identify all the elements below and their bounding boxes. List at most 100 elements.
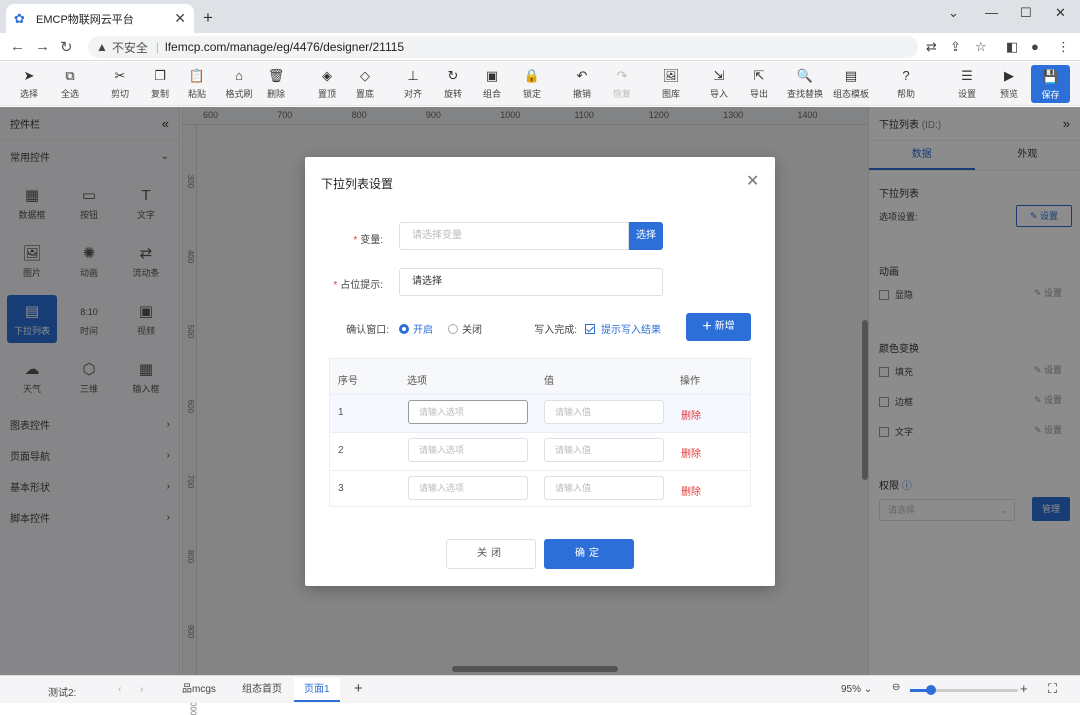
toolbar-label: 剪切 bbox=[101, 87, 139, 100]
toolbar-select-button[interactable]: ➤选择 bbox=[10, 67, 48, 100]
option-input[interactable]: 请输入选项 bbox=[408, 400, 528, 424]
prev-page-icon[interactable]: ‹ bbox=[118, 684, 121, 695]
page-tab-mcgs[interactable]: 品mcgs bbox=[172, 678, 226, 702]
zoom-slider-handle[interactable] bbox=[926, 685, 936, 695]
toolbar-format-brush-button[interactable]: ⌂格式刷 bbox=[220, 67, 258, 100]
status-bar: 测试2: ‹ › 品mcgs 组态首页 页面1 + 95% ⌄ ⊖ + ⛶ bbox=[0, 675, 1080, 703]
toolbar-align-button[interactable]: ⊥对齐 bbox=[394, 67, 432, 100]
toolbar-group-button[interactable]: ▣组合 bbox=[473, 67, 511, 100]
gallery-icon: 🖼 bbox=[652, 67, 690, 85]
menu-icon[interactable]: ⋮ bbox=[1057, 39, 1070, 55]
zoom-level[interactable]: 95% ⌄ bbox=[841, 684, 872, 695]
toolbar-select-all-button[interactable]: ⧉全选 bbox=[51, 67, 89, 100]
toolbar-gallery-button[interactable]: 🖼 图库 bbox=[652, 67, 690, 100]
delete-row-link[interactable]: 删除 bbox=[681, 445, 701, 460]
toolbar-bring-top-button[interactable]: ◈置顶 bbox=[308, 67, 346, 100]
toolbar-copy-button[interactable]: ❐复制 bbox=[141, 67, 179, 100]
placeholder-label: *占位提示: bbox=[325, 276, 383, 291]
url-field[interactable]: ▲ 不安全 | lfemcp.com/manage/eg/4476/design… bbox=[88, 36, 918, 58]
value-input[interactable]: 请输入值 bbox=[544, 476, 664, 500]
browser-tab[interactable]: ✿ EMCP物联网云平台 ✕ bbox=[6, 4, 194, 33]
share-icon[interactable]: ⇪ bbox=[950, 39, 961, 55]
toolbar-undo-button[interactable]: ↶撤销 bbox=[563, 67, 601, 100]
close-tab-icon[interactable]: ✕ bbox=[174, 10, 186, 27]
forward-icon[interactable]: → bbox=[35, 38, 50, 55]
fit-screen-icon[interactable]: ⛶ bbox=[1048, 681, 1057, 697]
toolbar-label: 锁定 bbox=[513, 87, 551, 100]
redo-icon: ↷ bbox=[603, 67, 641, 85]
toolbar-template-button[interactable]: ▤组态模板 bbox=[832, 67, 870, 100]
test-label: 测试2: bbox=[48, 684, 76, 699]
zoom-slider[interactable] bbox=[910, 689, 1018, 692]
confirm-on-radio[interactable]: 开启 bbox=[399, 321, 433, 336]
toolbar-delete-button[interactable]: 🗑 删除 bbox=[257, 67, 295, 100]
toolbar-rotate-button[interactable]: ↻旋转 bbox=[434, 67, 472, 100]
page-tab-home[interactable]: 组态首页 bbox=[232, 678, 292, 702]
confirm-button[interactable]: 确定 bbox=[544, 539, 634, 569]
toolbar-label: 组态模板 bbox=[832, 87, 870, 100]
bookmark-star-icon[interactable]: ☆ bbox=[975, 39, 987, 55]
toolbar-label: 格式刷 bbox=[220, 87, 258, 100]
delete-row-link[interactable]: 删除 bbox=[681, 483, 701, 498]
help-icon: ? bbox=[887, 67, 925, 85]
add-option-button[interactable]: +新增 bbox=[686, 313, 751, 341]
toolbar-label: 图库 bbox=[652, 87, 690, 100]
translate-icon[interactable]: ⇄ bbox=[926, 39, 937, 55]
header-value: 值 bbox=[544, 372, 554, 387]
reload-icon[interactable]: ↻ bbox=[60, 38, 73, 56]
toolbar-paste-button[interactable]: 📋 粘贴 bbox=[178, 67, 216, 100]
toolbar-export-button[interactable]: ⇱导出 bbox=[740, 67, 778, 100]
toolbar-preview-button[interactable]: ▶预览 bbox=[990, 67, 1028, 100]
zoom-out-icon[interactable]: ⊖ bbox=[892, 682, 900, 693]
close-button[interactable]: 关闭 bbox=[446, 539, 536, 569]
table-row: 3 请输入选项 请输入值 删除 bbox=[330, 471, 750, 509]
confirm-window-label: 确认窗口: bbox=[335, 321, 389, 336]
sidebar-icon[interactable]: ◧ bbox=[1006, 39, 1018, 55]
toolbar-find-replace-button[interactable]: 🔍查找替换 bbox=[786, 67, 824, 100]
delete-icon: 🗑 bbox=[257, 67, 295, 85]
toolbar-label: 置底 bbox=[346, 87, 384, 100]
toolbar-import-button[interactable]: ⇲导入 bbox=[700, 67, 738, 100]
save-button[interactable]: 💾 保存 bbox=[1031, 65, 1070, 103]
variable-input[interactable]: 请选择变量 bbox=[399, 222, 629, 250]
maximize-icon[interactable]: ☐ bbox=[1020, 5, 1032, 21]
tab-search-icon[interactable]: ⌄ bbox=[948, 5, 959, 21]
minimize-icon[interactable]: — bbox=[985, 5, 998, 20]
option-input[interactable]: 请输入选项 bbox=[408, 438, 528, 462]
back-icon[interactable]: ← bbox=[10, 38, 25, 55]
option-input[interactable]: 请输入选项 bbox=[408, 476, 528, 500]
next-page-icon[interactable]: › bbox=[140, 684, 143, 695]
toolbar-label: 粘贴 bbox=[178, 87, 216, 100]
add-page-icon[interactable]: + bbox=[354, 680, 363, 697]
delete-row-link[interactable]: 删除 bbox=[681, 407, 701, 422]
close-dialog-icon[interactable]: ✕ bbox=[746, 171, 759, 191]
toolbar-settings-button[interactable]: ☰设置 bbox=[948, 67, 986, 100]
bring-top-icon: ◈ bbox=[308, 67, 346, 85]
zoom-in-icon[interactable]: + bbox=[1020, 681, 1028, 696]
toolbar-label: 撤销 bbox=[563, 87, 601, 100]
toolbar-redo-button[interactable]: ↷恢复 bbox=[603, 67, 641, 100]
select-all-icon: ⧉ bbox=[51, 67, 89, 85]
toolbar-label: 选择 bbox=[10, 87, 48, 100]
table-row: 2 请输入选项 请输入值 删除 bbox=[330, 433, 750, 471]
profile-avatar-icon[interactable]: ● bbox=[1031, 39, 1039, 54]
variable-select-button[interactable]: 选择 bbox=[629, 222, 663, 250]
table-header: 序号 选项 值 操作 bbox=[330, 359, 750, 395]
value-input[interactable]: 请输入值 bbox=[544, 438, 664, 462]
new-tab-icon[interactable]: + bbox=[203, 8, 213, 28]
toolbar-label: 删除 bbox=[257, 87, 295, 100]
placeholder-input[interactable]: 请选择 bbox=[399, 268, 663, 296]
import-icon: ⇲ bbox=[700, 67, 738, 85]
toolbar-help-button[interactable]: ?帮助 bbox=[887, 67, 925, 100]
browser-tab-bar: ✿ EMCP物联网云平台 ✕ + ⌄ — ☐ ✕ bbox=[0, 0, 1080, 33]
paste-icon: 📋 bbox=[178, 67, 216, 85]
close-window-icon[interactable]: ✕ bbox=[1055, 5, 1066, 21]
value-input[interactable]: 请输入值 bbox=[544, 400, 664, 424]
toolbar-cut-button[interactable]: ✂剪切 bbox=[101, 67, 139, 100]
write-result-checkbox[interactable]: 提示写入结果 bbox=[585, 321, 661, 336]
page-tab-1[interactable]: 页面1 bbox=[294, 678, 340, 702]
confirm-off-radio[interactable]: 关闭 bbox=[448, 321, 482, 336]
toolbar-lock-button[interactable]: 🔒锁定 bbox=[513, 67, 551, 100]
toolbar-send-bottom-button[interactable]: ◇置底 bbox=[346, 67, 384, 100]
toolbar-label: 旋转 bbox=[434, 87, 472, 100]
